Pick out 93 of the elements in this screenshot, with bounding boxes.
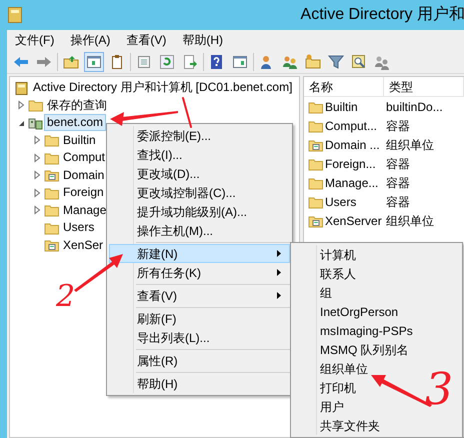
menu-item[interactable]: 共享文件夹: [293, 416, 460, 435]
tree-item[interactable]: Users: [60, 219, 98, 236]
name-cell[interactable]: Domain ...: [323, 136, 386, 154]
annotation-arrow: [110, 111, 178, 126]
clipboard-icon: [109, 54, 125, 70]
console-icon: [14, 80, 29, 95]
menu-item[interactable]: 查看(V): [124, 31, 168, 49]
annotation-number: 2: [56, 282, 76, 312]
menu-item[interactable]: MSMQ 队列别名: [293, 340, 460, 359]
menu-item[interactable]: msImaging-PSPs: [293, 321, 460, 340]
expand-arrow-icon[interactable]: [32, 170, 42, 180]
folder-icon: [28, 98, 43, 112]
expand-arrow-icon[interactable]: [32, 205, 42, 216]
refresh-icon: [159, 54, 175, 70]
folder-icon: [44, 150, 59, 165]
type-cell-text: 容器: [386, 118, 410, 134]
tree-item[interactable]: Domain: [60, 166, 108, 184]
folder-icon: [44, 168, 59, 182]
name-cell[interactable]: Foreign...: [323, 154, 386, 172]
name-cell[interactable]: Users: [323, 192, 386, 210]
folder-icon: [308, 176, 323, 190]
tree-item[interactable]: benet.com: [44, 114, 106, 132]
find-icon: [351, 54, 367, 70]
menu-item[interactable]: 组: [293, 283, 460, 302]
pane-icon: [86, 54, 102, 70]
expand-arrow-icon[interactable]: [32, 188, 42, 198]
type-cell-text: builtinDo...: [386, 98, 443, 116]
menu-item[interactable]: 帮助(H): [109, 374, 290, 393]
menu-item[interactable]: 操作(A): [68, 31, 112, 49]
type-cell-text: 组织单位: [386, 136, 434, 154]
name-cell[interactable]: Builtin: [323, 98, 386, 116]
annotation-number: 3: [425, 368, 453, 412]
name-cell[interactable]: XenServer: [323, 212, 386, 230]
folder-up-icon: [63, 54, 79, 70]
menu-item[interactable]: 新建(N): [109, 244, 290, 263]
window-title: Active Directory 用户和: [300, 4, 464, 25]
column-header[interactable]: 类型: [384, 77, 464, 96]
menu-item[interactable]: 帮助(H): [180, 31, 225, 49]
folder-icon: [44, 186, 59, 200]
folder-icon: [44, 238, 59, 252]
folder-icon: [44, 203, 59, 218]
tree-item[interactable]: Builtin: [60, 132, 99, 149]
type-cell-text: 容器: [386, 156, 410, 172]
menu-item[interactable]: 更改域控制器(C)...: [109, 183, 290, 202]
folder-icon: [308, 118, 323, 132]
folder-add-icon: [305, 54, 321, 70]
export-icon: [182, 54, 198, 70]
type-cell-text: 容器: [386, 194, 410, 210]
domain-icon: [28, 116, 43, 130]
menu-item[interactable]: 查找(I)...: [109, 145, 290, 164]
menu-item[interactable]: 导出列表(L)...: [109, 328, 290, 347]
folder-icon: [44, 220, 59, 235]
group-icon: [282, 54, 298, 70]
folder-icon: [308, 100, 323, 114]
folder-icon: [308, 194, 323, 208]
menu-item[interactable]: 刷新(F): [109, 309, 290, 328]
properties-icon: [136, 54, 152, 70]
folder-icon: [308, 156, 323, 170]
menu-item[interactable]: 查看(V): [109, 286, 290, 305]
menu-item[interactable]: InetOrgPerson: [293, 302, 460, 321]
tree-item[interactable]: 保存的查询: [44, 96, 110, 114]
menu-item[interactable]: 委派控制(E)...: [109, 126, 290, 145]
type-cell-text: 容器: [386, 174, 410, 192]
name-cell[interactable]: Manage...: [323, 174, 386, 192]
menu-item[interactable]: 联系人: [293, 264, 460, 283]
type-cell-text: 组织单位: [386, 212, 434, 230]
folder-icon: [308, 138, 323, 152]
tree-item[interactable]: XenSer: [60, 236, 106, 254]
pane-icon: [232, 54, 248, 70]
tree-item[interactable]: Active Directory 用户和计算机 [DC01.benet.com]: [30, 79, 296, 96]
menu-item[interactable]: 所有任务(K): [109, 263, 290, 282]
annotation-arrow: [74, 254, 123, 292]
annotation-line: [182, 97, 192, 128]
tree-item[interactable]: Foreign: [60, 184, 107, 202]
filter-icon: [328, 54, 344, 70]
menu-item[interactable]: 属性(R): [109, 351, 290, 370]
help-icon: [209, 54, 225, 70]
column-header[interactable]: 名称: [304, 77, 384, 96]
menu-item[interactable]: 文件(F): [13, 31, 56, 49]
users-icon: [374, 54, 390, 70]
expand-arrow-icon[interactable]: [32, 135, 42, 146]
menu-item[interactable]: 操作主机(M)...: [109, 221, 290, 240]
toolbar-button[interactable]: [84, 52, 104, 72]
menu-item[interactable]: 计算机: [293, 245, 460, 264]
expand-arrow-icon[interactable]: [16, 100, 26, 110]
window-icon: [8, 7, 22, 23]
name-cell[interactable]: Comput...: [323, 116, 386, 134]
tree-item[interactable]: Manage: [60, 202, 110, 219]
menu-item[interactable]: 更改域(D)...: [109, 164, 290, 183]
folder-icon: [308, 214, 323, 228]
tree-item[interactable]: Comput: [60, 149, 108, 166]
menu-item[interactable]: 提升域功能级别(A)...: [109, 202, 290, 221]
expand-arrow-icon[interactable]: [32, 152, 42, 163]
